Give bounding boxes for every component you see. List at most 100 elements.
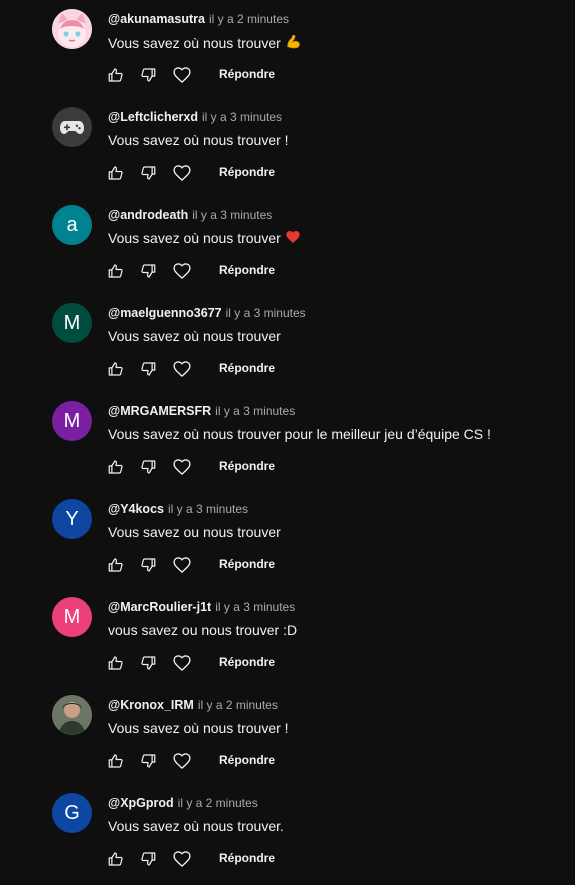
dislike-button[interactable] xyxy=(136,553,160,577)
heart-button[interactable] xyxy=(170,553,194,577)
comment: @Leftclicherxd il y a 3 minutes Vous savez… xyxy=(0,101,575,199)
comment: M @MRGAMERSFR il y a 3 minutes Vous savez o… xyxy=(0,395,575,493)
timestamp[interactable]: il y a 2 minutes xyxy=(198,698,278,712)
comment-text-wrapper: Vous savez où nous trouver ! xyxy=(108,719,289,737)
heart-button[interactable] xyxy=(170,455,194,479)
author-name[interactable]: @MarcRoulier-j1t xyxy=(108,600,211,614)
avatar[interactable]: M xyxy=(52,303,92,343)
comment: G @XpGprod il y a 2 minutes Vous savez où n… xyxy=(0,787,575,885)
thumbs-down-icon xyxy=(139,752,157,770)
comment-text-wrapper: Vous savez où nous trouver. xyxy=(108,817,284,835)
dislike-button[interactable] xyxy=(136,357,160,381)
dislike-button[interactable] xyxy=(136,161,160,185)
like-button[interactable] xyxy=(104,553,128,577)
timestamp[interactable]: il y a 2 minutes xyxy=(178,796,258,810)
comment-text: Vous savez ou nous trouver xyxy=(108,524,281,540)
author-name[interactable]: @androdeath xyxy=(108,208,188,222)
heart-button[interactable] xyxy=(170,161,194,185)
reply-button[interactable]: Répondre xyxy=(219,165,275,179)
comment-actions: Répondre xyxy=(104,259,304,283)
comment-text: Vous savez où nous trouver ! xyxy=(108,720,289,736)
comment-text-wrapper: Vous savez où nous trouver xyxy=(108,229,301,249)
like-button[interactable] xyxy=(104,63,128,87)
thumbs-down-icon xyxy=(139,262,157,280)
comment-text: Vous savez où nous trouver ! xyxy=(108,132,289,148)
dislike-button[interactable] xyxy=(136,749,160,773)
reply-button[interactable]: Répondre xyxy=(219,459,275,473)
author-name[interactable]: @maelguenno3677 xyxy=(108,306,222,320)
comment: @Kronox_IRM il y a 2 minutes Vous savez où… xyxy=(0,689,575,787)
timestamp[interactable]: il y a 3 minutes xyxy=(202,110,282,124)
avatar[interactable]: M xyxy=(52,401,92,441)
dislike-button[interactable] xyxy=(136,455,160,479)
author-name[interactable]: @Leftclicherxd xyxy=(108,110,198,124)
timestamp[interactable]: il y a 3 minutes xyxy=(226,306,306,320)
like-button[interactable] xyxy=(104,161,128,185)
dislike-button[interactable] xyxy=(136,651,160,675)
heart-icon xyxy=(172,163,192,183)
timestamp[interactable]: il y a 2 minutes xyxy=(209,12,289,26)
reply-button[interactable]: Répondre xyxy=(219,557,275,571)
reply-button[interactable]: Répondre xyxy=(219,361,275,375)
timestamp[interactable]: il y a 3 minutes xyxy=(192,208,272,222)
avatar[interactable]: G xyxy=(52,793,92,833)
avatar[interactable]: a xyxy=(52,205,92,245)
comment-actions: Répondre xyxy=(104,357,304,381)
comment-text: Vous savez où nous trouver xyxy=(108,328,281,344)
comment-text-wrapper: Vous savez où nous trouver xyxy=(108,33,302,54)
thumbs-up-icon xyxy=(107,262,125,280)
comment-header: @MarcRoulier-j1t il y a 3 minutes xyxy=(108,599,295,615)
like-button[interactable] xyxy=(104,357,128,381)
comment-actions: Répondre xyxy=(104,749,304,773)
like-button[interactable] xyxy=(104,259,128,283)
like-button[interactable] xyxy=(104,847,128,871)
heart-button[interactable] xyxy=(170,651,194,675)
dislike-button[interactable] xyxy=(136,847,160,871)
comment-text-wrapper: Vous savez où nous trouver xyxy=(108,327,281,345)
heart-button[interactable] xyxy=(170,357,194,381)
comment-header: @Y4kocs il y a 3 minutes xyxy=(108,501,248,517)
author-name[interactable]: @Y4kocs xyxy=(108,502,164,516)
reply-button[interactable]: Répondre xyxy=(219,655,275,669)
reply-button[interactable]: Répondre xyxy=(219,753,275,767)
like-button[interactable] xyxy=(104,455,128,479)
heart-icon xyxy=(172,849,192,869)
comment-header: @Kronox_IRM il y a 2 minutes xyxy=(108,697,278,713)
like-button[interactable] xyxy=(104,651,128,675)
pink-anime-cat-avatar[interactable] xyxy=(52,9,92,49)
heart-button[interactable] xyxy=(170,847,194,871)
reply-button[interactable]: Répondre xyxy=(219,263,275,277)
heart-icon xyxy=(172,555,192,575)
author-name[interactable]: @XpGprod xyxy=(108,796,174,810)
dislike-button[interactable] xyxy=(136,259,160,283)
thumbs-down-icon xyxy=(139,556,157,574)
timestamp[interactable]: il y a 3 minutes xyxy=(168,502,248,516)
thumbs-up-icon xyxy=(107,458,125,476)
thumbs-down-icon xyxy=(139,66,157,84)
like-button[interactable] xyxy=(104,749,128,773)
author-name[interactable]: @Kronox_IRM xyxy=(108,698,194,712)
author-name[interactable]: @MRGAMERSFR xyxy=(108,404,211,418)
thumbs-down-icon xyxy=(139,360,157,378)
comment-header: @akunamasutra il y a 2 minutes xyxy=(108,11,289,27)
heart-button[interactable] xyxy=(170,259,194,283)
reply-button[interactable]: Répondre xyxy=(219,67,275,81)
comment-actions: Répondre xyxy=(104,63,304,87)
thumbs-up-icon xyxy=(107,360,125,378)
avatar[interactable]: Y xyxy=(52,499,92,539)
avatar[interactable]: M xyxy=(52,597,92,637)
portrait-photo-avatar[interactable] xyxy=(52,695,92,735)
timestamp[interactable]: il y a 3 minutes xyxy=(215,600,295,614)
reply-button[interactable]: Répondre xyxy=(219,851,275,865)
dislike-button[interactable] xyxy=(136,63,160,87)
comment: Y @Y4kocs il y a 3 minutes Vous savez ou no… xyxy=(0,493,575,591)
heart-button[interactable] xyxy=(170,749,194,773)
heart-button[interactable] xyxy=(170,63,194,87)
author-name[interactable]: @akunamasutra xyxy=(108,12,205,26)
comment-header: @androdeath il y a 3 minutes xyxy=(108,207,272,223)
comment-header: @Leftclicherxd il y a 3 minutes xyxy=(108,109,282,125)
timestamp[interactable]: il y a 3 minutes xyxy=(215,404,295,418)
comments-list: @akunamasutra il y a 2 minutes Vous savez … xyxy=(0,0,575,867)
gamepad-icon[interactable] xyxy=(52,107,92,147)
comment-text: Vous savez où nous trouver xyxy=(108,35,281,51)
